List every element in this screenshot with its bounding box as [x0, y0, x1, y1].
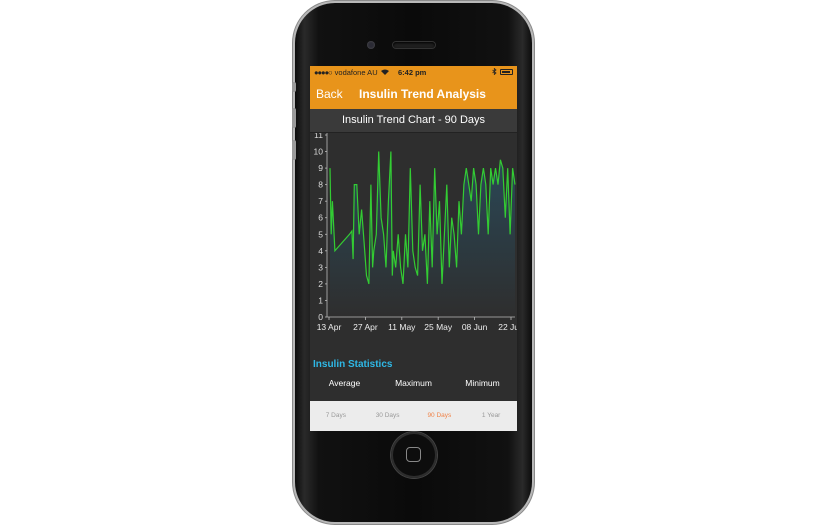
- tab-7-days[interactable]: 7 Days: [310, 401, 362, 431]
- carrier-name: vodafone AU: [334, 67, 378, 77]
- x-tick-label: 27 Apr: [353, 322, 378, 332]
- front-camera: [367, 41, 375, 49]
- chart-svg: 0 1 2 3 4 5 6 7 8 9 10 11 13 Apr 27 Apr 11 May 25 May 08…: [314, 130, 517, 332]
- y-tick-label: 5: [318, 229, 323, 239]
- mute-switch: [292, 82, 296, 92]
- x-tick-label: 25 May: [424, 322, 453, 332]
- earpiece-speaker: [393, 42, 435, 48]
- y-tick-label: 1: [318, 295, 323, 305]
- x-tick-label: 13 Apr: [317, 322, 342, 332]
- x-tick-label: 22 Jun: [498, 322, 517, 332]
- bluetooth-icon: [492, 67, 497, 77]
- maximum-label: Maximum: [395, 378, 432, 388]
- signal-strength-icon: ●●●●○: [314, 67, 333, 77]
- x-tick-label: 11 May: [388, 322, 416, 332]
- y-tick-label: 2: [318, 279, 323, 289]
- volume-down-button: [292, 140, 296, 160]
- insulin-trend-chart: 0 1 2 3 4 5 6 7 8 9 10 11 13 Apr 27 Apr 11 May 25 May 08…: [310, 130, 517, 350]
- home-button-square-icon: [406, 447, 421, 462]
- volume-up-button: [292, 108, 296, 128]
- nav-title: Insulin Trend Analysis: [359, 86, 486, 101]
- x-tick-label: 08 Jun: [462, 322, 488, 332]
- y-tick-label: 6: [318, 213, 323, 223]
- navigation-bar: Back Insulin Trend Analysis: [310, 78, 517, 109]
- y-tick-label: 8: [318, 180, 323, 190]
- y-tick-label: 10: [314, 147, 324, 157]
- status-time: 6:42 pm: [398, 67, 427, 77]
- average-label: Average: [328, 378, 361, 388]
- y-tick-label: 3: [318, 262, 323, 272]
- wifi-icon: [380, 68, 389, 77]
- status-bar: ●●●●○ vodafone AU 6:42 pm: [310, 66, 517, 78]
- y-tick-label: 4: [318, 246, 323, 256]
- back-button[interactable]: Back: [316, 87, 343, 101]
- y-tick-label: 0: [318, 312, 323, 322]
- tab-90-days[interactable]: 90 Days: [414, 401, 466, 431]
- tab-30-days[interactable]: 30 Days: [362, 401, 414, 431]
- minimum-label: Minimum: [465, 378, 500, 388]
- period-tab-bar: 7 Days 30 Days 90 Days 1 Year: [310, 401, 517, 431]
- app-screen: ●●●●○ vodafone AU 6:42 pm Back Insulin T…: [310, 66, 517, 431]
- y-tick-label: 7: [318, 196, 323, 206]
- stats-title: Insulin Statistics: [313, 359, 393, 370]
- y-tick-label: 11: [314, 133, 323, 140]
- tab-1-year[interactable]: 1 Year: [465, 401, 517, 431]
- y-tick-label: 9: [318, 163, 323, 173]
- chart-title: Insulin Trend Chart - 90 Days: [310, 109, 517, 133]
- battery-icon: [500, 69, 513, 75]
